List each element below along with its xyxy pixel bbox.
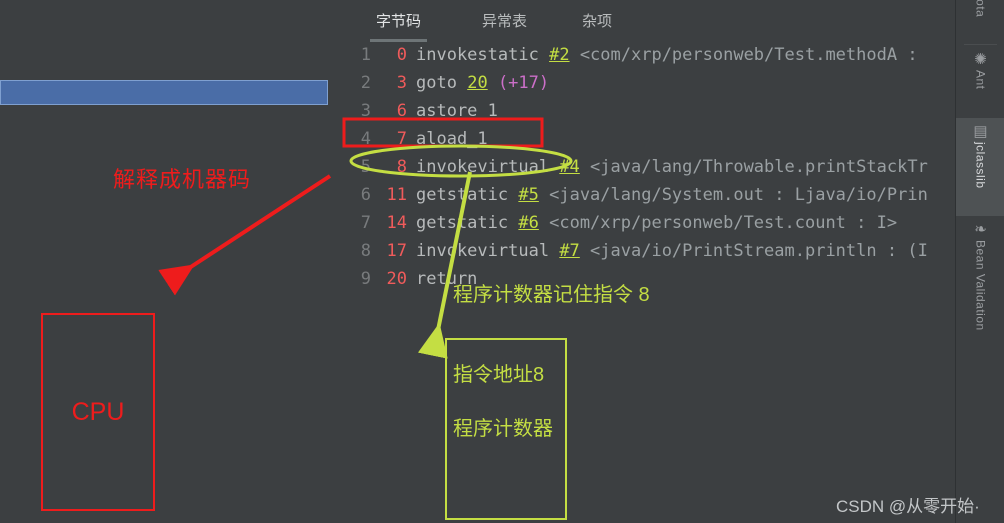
bytecode-description: <java/lang/Throwable.printStackTr: [590, 157, 928, 177]
bytecode-description: <com/xrp/personweb/Test.methodA :: [579, 45, 918, 65]
line-number: 1: [360, 45, 371, 65]
left-diagram-panel: 解释成机器码 CPU: [0, 0, 345, 523]
cpu-label: CPU: [71, 397, 125, 426]
code-row-highlighted-green[interactable]: 5 8 invokevirtual #4 <java/lang/Throwable.…: [345, 153, 955, 181]
bean-validation-icon: ❧: [974, 221, 987, 238]
bytecode-mnemonic: invokevirtual: [416, 157, 550, 177]
line-number: 2: [360, 73, 371, 93]
code-row[interactable]: 8 17 invokevirtual #7 <java/io/PrintStream…: [345, 237, 955, 265]
bytecode-mnemonic: aload_1: [416, 129, 488, 149]
code-row[interactable]: 6 11 getstatic #5 <java/lang/System.out : …: [345, 181, 955, 209]
code-row[interactable]: 9 20 return: [345, 265, 955, 293]
csdn-watermark: CSDN @从零开始·: [836, 497, 980, 516]
bytecode-offset: 3: [396, 73, 407, 93]
sidebar-tool-bean-validation[interactable]: ❧ Bean Validation: [956, 216, 1004, 334]
constant-pool-ref[interactable]: #6: [518, 213, 538, 233]
branch-target[interactable]: 20: [467, 73, 487, 93]
bytecode-offset: 17: [386, 241, 407, 261]
bytecode-mnemonic: invokevirtual: [416, 241, 550, 261]
bytecode-description: <java/io/PrintStream.println : (I: [590, 241, 928, 261]
sidebar-tool-dota-label: dota: [973, 0, 988, 18]
cpu-box: CPU: [41, 313, 155, 511]
blue-highlight-bar: [0, 80, 328, 105]
sidebar-tool-dota[interactable]: dota: [956, 0, 1004, 44]
constant-pool-ref[interactable]: #4: [559, 157, 579, 177]
bytecode-mnemonic: goto: [416, 73, 457, 93]
bytecode-mnemonic: getstatic: [416, 213, 509, 233]
line-number: 3: [360, 101, 371, 121]
code-row[interactable]: 1 0 invokestatic #2 <com/xrp/personweb/Tes…: [345, 41, 955, 69]
bytecode-mnemonic: invokestatic: [416, 45, 539, 65]
code-row[interactable]: 7 14 getstatic #6 <com/xrp/personweb/Test.…: [345, 209, 955, 237]
bytecode-offset: 0: [396, 45, 407, 65]
branch-delta: (+17): [497, 73, 550, 93]
bytecode-offset: 11: [386, 185, 407, 205]
tab-exception-table[interactable]: 异常表: [476, 6, 533, 39]
line-number: 6: [360, 185, 371, 205]
tab-misc[interactable]: 杂项: [576, 6, 618, 39]
constant-pool-ref[interactable]: #7: [559, 241, 579, 261]
sidebar-tool-ant-label: Ant: [973, 70, 988, 90]
line-number: 4: [360, 129, 371, 149]
bytecode-offset: 6: [396, 101, 407, 121]
right-tool-sidebar: dota ✺ Ant ▤ jclasslib ❧ Bean Validation: [955, 0, 1004, 523]
line-number: 8: [360, 241, 371, 261]
constant-pool-ref[interactable]: #2: [549, 45, 569, 65]
sidebar-tool-jclasslib-label: jclasslib: [973, 142, 988, 189]
screenshot-root: 解释成机器码 CPU 字节码 异常表 杂项 1 0 invokestatic #2 …: [0, 0, 1004, 523]
line-number: 5: [360, 157, 371, 177]
bytecode-listing[interactable]: 1 0 invokestatic #2 <com/xrp/personweb/Tes…: [345, 41, 955, 293]
bytecode-offset: 14: [386, 213, 407, 233]
sidebar-tool-jclasslib[interactable]: ▤ jclasslib: [956, 118, 1004, 216]
jclasslib-icon: ▤: [973, 123, 988, 140]
sidebar-tool-bean-validation-label: Bean Validation: [973, 240, 988, 331]
program-counter-box-line2: 程序计数器: [453, 418, 553, 440]
program-counter-note: 程序计数器记住指令 8: [453, 284, 650, 306]
bytecode-description: <java/lang/System.out : Ljava/io/Prin: [549, 185, 928, 205]
tab-bytecode[interactable]: 字节码: [370, 6, 428, 42]
sidebar-divider: [964, 44, 997, 45]
ant-icon: ✺: [974, 51, 987, 68]
line-number: 9: [360, 269, 371, 289]
bytecode-editor-panel: 字节码 异常表 杂项 1 0 invokestatic #2 <com/xrp/pe…: [345, 0, 955, 523]
sidebar-tool-ant[interactable]: ✺ Ant: [956, 46, 1004, 118]
bytecode-offset: 8: [396, 157, 407, 177]
code-row[interactable]: 3 6 astore_1: [345, 97, 955, 125]
program-counter-box-line1: 指令地址8: [453, 364, 545, 386]
editor-tab-bar: 字节码 异常表 杂项: [345, 0, 955, 42]
interpret-to-machine-code-label: 解释成机器码: [113, 167, 252, 192]
constant-pool-ref[interactable]: #5: [518, 185, 538, 205]
code-row-highlighted-red[interactable]: 4 7 aload_1: [345, 125, 955, 153]
bytecode-offset: 20: [386, 269, 407, 289]
code-row[interactable]: 2 3 goto 20 (+17): [345, 69, 955, 97]
bytecode-mnemonic: astore_1: [416, 101, 498, 121]
bytecode-mnemonic: getstatic: [416, 185, 509, 205]
bytecode-offset: 7: [396, 129, 407, 149]
line-number: 7: [360, 213, 371, 233]
bytecode-description: <com/xrp/personweb/Test.count : I>: [549, 213, 898, 233]
